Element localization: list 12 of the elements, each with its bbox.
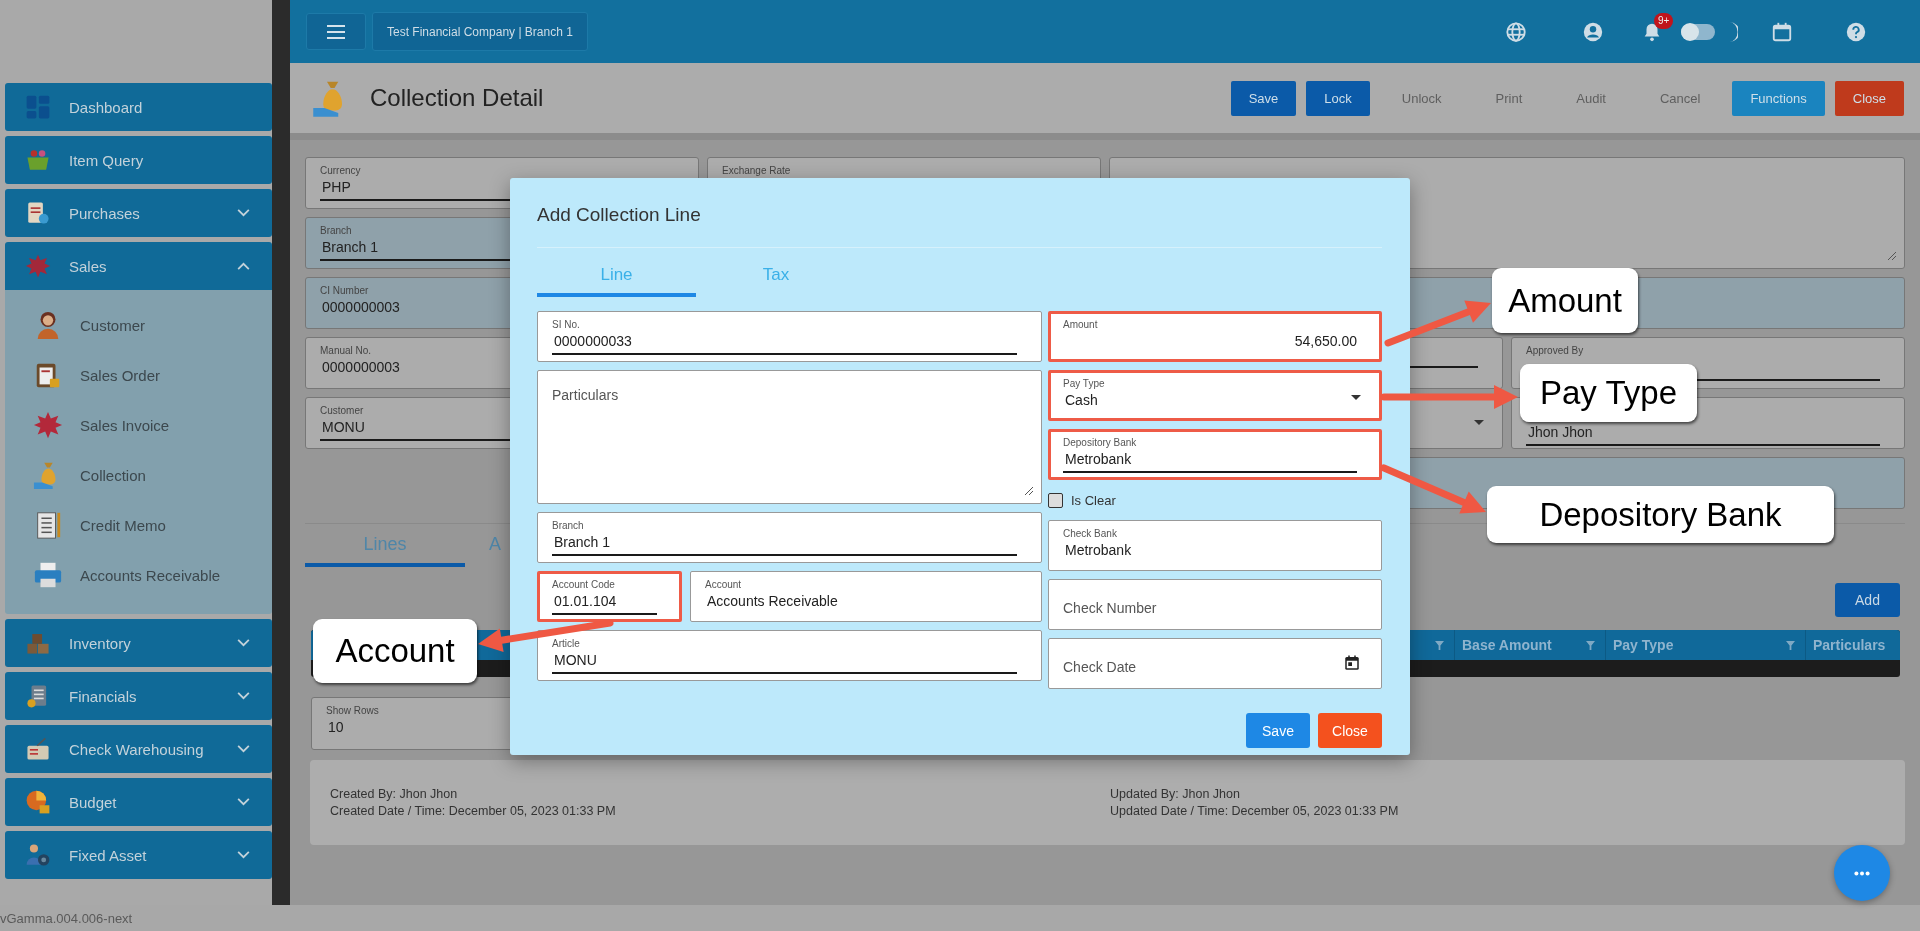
checkbox-label: Is Clear [1071, 492, 1116, 508]
page-title: Collection Detail [370, 84, 544, 112]
created-date: Created Date / Time: December 05, 2023 01:33 PM [330, 804, 617, 818]
updated-by: Updated By: Jhon Jhon [1110, 787, 1241, 801]
updated-date: Updated Date / Time: December 05, 2023 01:33 PM [1110, 804, 1400, 818]
callout-tooltip: Account [313, 619, 477, 683]
callout-tooltip: Amount [1492, 268, 1638, 333]
created-by: Created By: Jhon Jhon [330, 787, 459, 801]
notification-badge: 9+ [1654, 12, 1674, 29]
version-label: vGamma.004.006-next [0, 910, 133, 926]
callout-tooltip: Pay Type [1520, 364, 1697, 422]
callout-tooltip: Depository Bank [1487, 486, 1834, 543]
